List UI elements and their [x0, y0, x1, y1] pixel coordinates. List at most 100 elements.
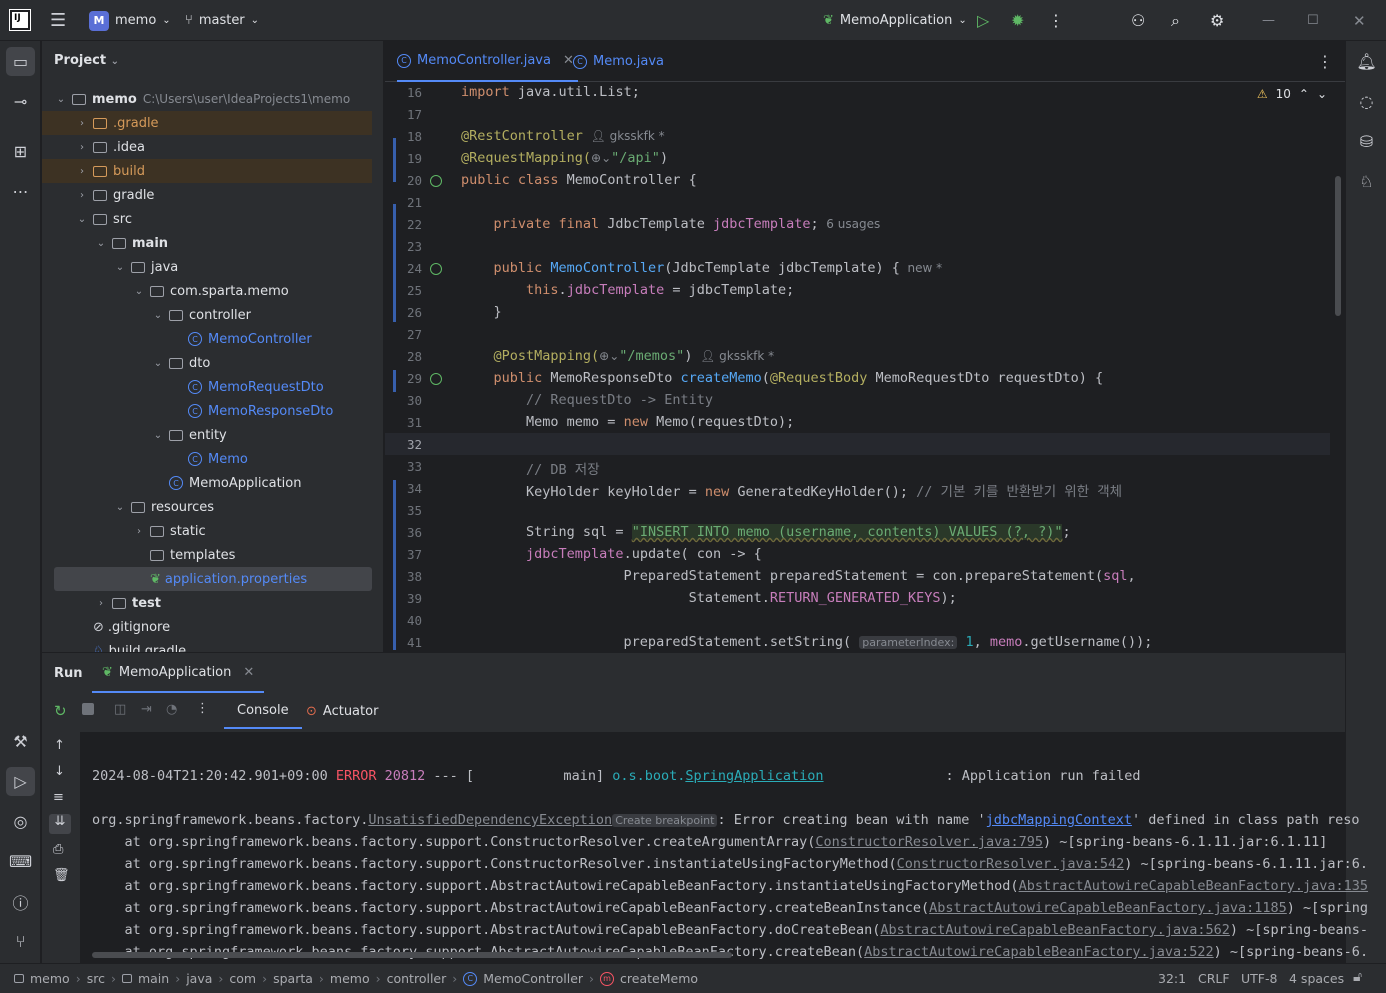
lock-icon[interactable]: 🔓︎ [1353, 969, 1362, 985]
run-config-selector[interactable]: ❦ MemoApplication ⌄ [823, 0, 967, 41]
line-number[interactable]: 37 [385, 547, 422, 562]
code-line[interactable]: import java.util.List; [461, 84, 640, 100]
project-switcher[interactable]: M memo ⌄ [89, 0, 171, 41]
code-with-me-button[interactable]: ⚇ [1131, 0, 1145, 41]
close-tab-icon[interactable]: ✕ [243, 665, 254, 680]
source-link[interactable]: AbstractAutowireCapableBeanFactory.java:… [864, 944, 1214, 960]
project-tool-button[interactable]: ▭ [6, 47, 35, 76]
line-number[interactable]: 27 [385, 327, 422, 342]
line-number[interactable]: 35 [385, 503, 422, 518]
chevron-right-icon[interactable]: › [132, 526, 146, 537]
tree-item-test[interactable]: › test [42, 591, 372, 615]
tree-item-dto[interactable]: ⌄ dto [42, 351, 372, 375]
bean-link[interactable]: jdbcMappingContext [986, 812, 1132, 828]
git-tool-button[interactable]: ⑂ [6, 927, 35, 956]
tree-item-idea[interactable]: › .idea [42, 135, 372, 159]
tree-root-memo[interactable]: ⌄ memo C:\Users\user\IdeaProjects1\memo [54, 87, 383, 111]
structure-tool-button[interactable]: ⊞ [6, 137, 35, 166]
code-line[interactable]: jdbcTemplate.update( con -> { [461, 546, 762, 562]
chevron-down-icon[interactable]: ⌄ [113, 262, 127, 273]
console-hscrollbar[interactable] [92, 952, 732, 958]
code-line[interactable]: public MemoController(JdbcTemplate jdbcT… [461, 260, 943, 276]
print-icon[interactable]: ⎙ [53, 842, 63, 857]
more-vertical-icon[interactable]: ⋮ [196, 701, 209, 716]
rerun-icon[interactable]: ↻ [54, 702, 67, 720]
line-number[interactable]: 38 [385, 569, 422, 584]
line-number[interactable]: 41 [385, 635, 422, 650]
gauge-icon[interactable]: ◔ [166, 702, 177, 717]
source-link[interactable]: AbstractAutowireCapableBeanFactory.java:… [929, 900, 1287, 916]
line-number[interactable]: 33 [385, 459, 422, 474]
tree-item-build[interactable]: › build [42, 159, 372, 183]
spring-bean-icon[interactable] [430, 175, 442, 187]
spring-endpoint-icon[interactable] [430, 373, 442, 385]
breadcrumb-item[interactable]: memo [30, 971, 70, 986]
code-line[interactable]: // RequestDto -> Entity [461, 392, 713, 408]
ai-assistant-button[interactable]: ◌ [1352, 87, 1381, 116]
breadcrumb-item[interactable]: com [229, 971, 256, 986]
line-number[interactable]: 22 [385, 217, 422, 232]
chevron-right-icon[interactable]: › [75, 166, 89, 177]
usages-hint[interactable]: 6 usages [826, 217, 880, 231]
code-line[interactable]: public MemoResponseDto createMemo(@Reque… [461, 370, 1104, 386]
breadcrumb-item[interactable]: src [87, 971, 105, 986]
breadcrumb-item[interactable]: memo [330, 971, 370, 986]
breadcrumb-item[interactable]: createMemo [620, 971, 698, 986]
chevron-right-icon[interactable]: › [75, 142, 89, 153]
source-link[interactable]: ConstructorResolver.java:795 [815, 834, 1043, 850]
maximize-button[interactable]: ☐ [1307, 0, 1319, 41]
tree-item-memorequestdto[interactable]: C MemoRequestDto [42, 375, 372, 399]
run-button[interactable]: ▷ [977, 0, 989, 41]
tree-item-static[interactable]: › static [42, 519, 372, 543]
build-tool-button[interactable]: ⚒ [6, 727, 35, 756]
line-number[interactable]: 17 [385, 107, 422, 122]
tree-item-memo[interactable]: C Memo [42, 447, 372, 471]
indent-setting[interactable]: 4 spaces [1289, 971, 1344, 986]
chevron-down-icon[interactable]: ⌄ [151, 310, 165, 321]
soft-wrap-icon[interactable]: ≡ [53, 790, 64, 805]
scroll-to-end-icon[interactable]: ⇊ [49, 814, 71, 834]
tree-item-build-gradle[interactable]: ♘ build.gradle [42, 639, 372, 653]
notifications-button[interactable]: 🔔︎ [1352, 47, 1381, 76]
line-number[interactable]: 39 [385, 591, 422, 606]
tree-item-java[interactable]: ⌄ java [42, 255, 372, 279]
line-number[interactable]: 36 [385, 525, 422, 540]
intellij-logo-icon[interactable] [9, 9, 31, 31]
terminal-tool-button[interactable]: ⌨ [6, 847, 35, 876]
breadcrumb-item[interactable]: controller [387, 971, 447, 986]
line-number[interactable]: 24 [385, 261, 422, 276]
code-line[interactable]: Memo memo = new Memo(requestDto); [461, 414, 794, 430]
chevron-right-icon[interactable]: › [75, 118, 89, 129]
line-number[interactable]: 25 [385, 283, 422, 298]
source-link[interactable]: AbstractAutowireCapableBeanFactory.java:… [880, 922, 1230, 938]
code-line[interactable]: KeyHolder keyHolder = new GeneratedKeyHo… [461, 480, 1122, 500]
line-number[interactable]: 28 [385, 349, 422, 364]
stop-icon[interactable] [82, 703, 94, 715]
more-tools-button[interactable]: ⋯ [6, 177, 35, 206]
minimize-button[interactable]: — [1262, 0, 1275, 41]
database-button[interactable]: ⛁ [1352, 127, 1381, 156]
trash-icon[interactable]: 🗑︎ [53, 868, 70, 883]
chevron-right-icon[interactable]: › [94, 598, 108, 609]
more-actions-button[interactable]: ⋮ [1048, 0, 1064, 41]
problems-tool-button[interactable]: ⓘ [6, 887, 35, 916]
subtab-actuator[interactable]: ⊙ Actuator [302, 693, 382, 729]
source-link[interactable]: AbstractAutowireCapableBeanFactory.java:… [1019, 878, 1369, 894]
search-button[interactable]: ⌕ [1171, 0, 1180, 41]
tree-item-com-sparta-memo[interactable]: ⌄ com.sparta.memo [42, 279, 372, 303]
chevron-right-icon[interactable]: › [75, 190, 89, 201]
gradle-button[interactable]: ♘ [1352, 167, 1381, 196]
tree-item-memocontroller[interactable]: C MemoController [42, 327, 372, 351]
branch-switcher[interactable]: ⑂ master ⌄ [185, 0, 259, 41]
console-output[interactable]: ↑ ↓ ≡ ⇊ ⎙ 🗑︎ 2024-08-04T21:20:42.901+09:… [42, 732, 1368, 964]
tree-item-memoapplication[interactable]: C MemoApplication [42, 471, 372, 495]
arrow-up-icon[interactable]: ↑ [54, 738, 65, 753]
chevron-down-icon[interactable]: ⌄ [113, 502, 127, 513]
source-link[interactable]: ConstructorResolver.java:542 [897, 856, 1125, 872]
code-line[interactable]: String sql = "INSERT INTO memo (username… [461, 524, 1071, 540]
breadcrumb-item[interactable]: MemoController [483, 971, 583, 986]
breadcrumb-item[interactable]: java [186, 971, 212, 986]
breadcrumb-item[interactable]: main [138, 971, 169, 986]
code-line[interactable]: PreparedStatement preparedStatement = co… [461, 568, 1136, 584]
file-encoding[interactable]: UTF-8 [1241, 971, 1277, 986]
